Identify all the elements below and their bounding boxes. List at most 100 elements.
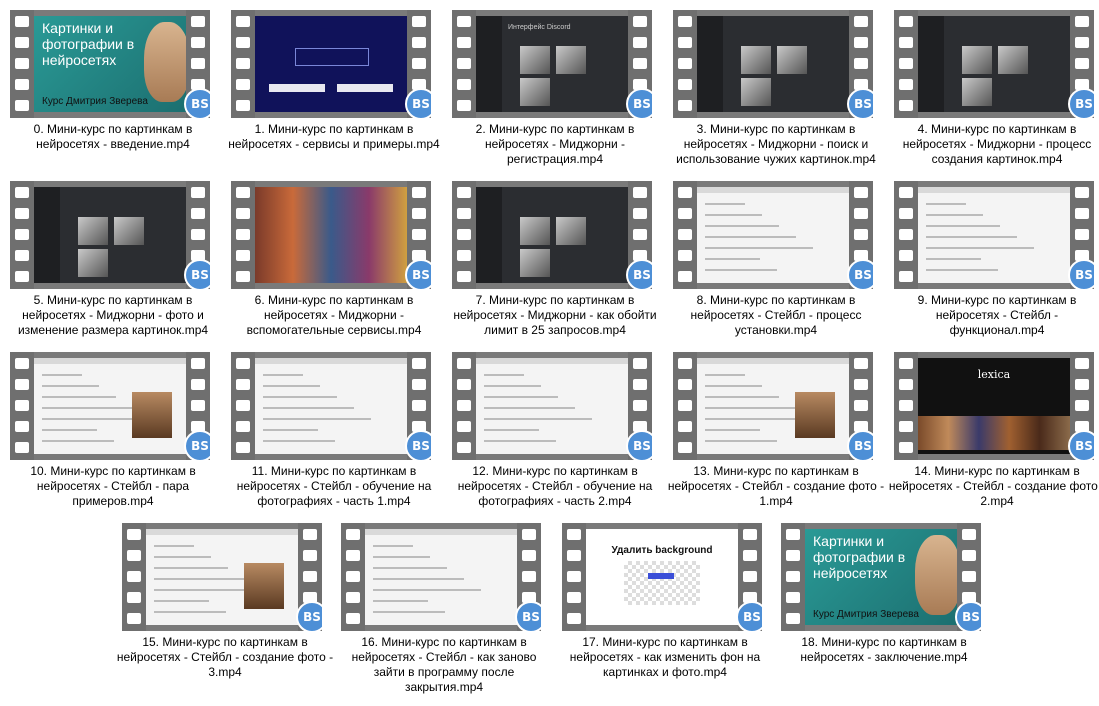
player-icon: BS <box>736 601 762 631</box>
player-icon: BS <box>847 259 873 289</box>
generated-image <box>114 217 144 245</box>
video-file-item[interactable]: BS 8. Мини-курс по картинкам в нейросетях… <box>667 175 885 347</box>
video-thumbnail: Картинки и фотографии в нейросетях Курс Д… <box>10 10 210 118</box>
video-thumbnail: BS <box>231 352 431 460</box>
result-image <box>795 392 835 438</box>
video-frame <box>34 187 186 283</box>
browser-bar <box>365 529 517 535</box>
video-frame <box>476 358 628 454</box>
file-name: 3. Мини-курс по картинкам в нейросетях -… <box>676 122 876 166</box>
video-thumbnail: BS <box>122 523 322 631</box>
video-file-item[interactable]: BS 3. Мини-курс по картинкам в нейросетях… <box>667 4 885 176</box>
generated-image <box>520 217 550 245</box>
video-file-item[interactable]: BS 4. Мини-курс по картинкам в нейросетях… <box>888 4 1099 176</box>
browser-bar <box>697 358 849 364</box>
generated-image <box>741 78 771 106</box>
film-strip <box>781 523 805 631</box>
film-strip <box>562 523 586 631</box>
video-file-item[interactable]: BS 16. Мини-курс по картинкам в нейросетя… <box>335 517 553 694</box>
player-icon: BS <box>955 601 981 631</box>
video-thumbnail: BS <box>894 181 1094 289</box>
video-file-item[interactable]: BS 13. Мини-курс по картинкам в нейросетя… <box>667 346 885 518</box>
video-frame: Интерфейс Discord <box>476 16 628 112</box>
video-file-item[interactable]: BS 7. Мини-курс по картинкам в нейросетях… <box>446 175 664 347</box>
video-frame <box>697 358 849 454</box>
player-icon: BS <box>1068 88 1094 118</box>
video-file-item[interactable]: BS 15. Мини-курс по картинкам в нейросетя… <box>116 517 334 689</box>
player-icon: BS <box>405 259 431 289</box>
film-strip <box>452 352 476 460</box>
film-strip <box>894 181 918 289</box>
player-icon: BS <box>626 430 652 460</box>
generated-image <box>777 46 807 74</box>
file-name: 14. Мини-курс по картинкам в нейросетях … <box>888 464 1099 508</box>
video-file-item[interactable]: Удалить background BS 17. Мини-курс по кар… <box>556 517 774 689</box>
portrait <box>144 22 186 102</box>
film-strip <box>231 10 255 118</box>
file-name: 5. Мини-курс по картинкам в нейросетях -… <box>17 293 209 337</box>
generated-image <box>962 78 992 106</box>
result-image <box>132 392 172 438</box>
film-strip <box>10 10 34 118</box>
video-frame <box>146 529 298 625</box>
video-file-item[interactable]: BS 5. Мини-курс по картинкам в нейросетях… <box>4 175 222 347</box>
file-name: 16. Мини-курс по картинкам в нейросетях … <box>351 635 537 694</box>
video-file-item[interactable]: Картинки и фотографии в нейросетях Курс Д… <box>4 4 222 176</box>
upload-button <box>648 573 674 579</box>
file-name: 10. Мини-курс по картинкам в нейросетях … <box>30 464 196 508</box>
film-strip <box>122 523 146 631</box>
video-frame <box>697 16 849 112</box>
film-strip <box>452 181 476 289</box>
video-frame: Удалить background <box>586 529 738 625</box>
video-frame <box>365 529 517 625</box>
lexica-logo: lexica <box>977 368 1011 381</box>
video-file-item[interactable]: Интерфейс Discord BS 2. Мини-курс по карти… <box>446 4 664 176</box>
logo-box <box>295 48 369 66</box>
file-name: 1. Мини-курс по картинкам в нейросетях -… <box>228 122 440 151</box>
video-thumbnail: BS <box>673 352 873 460</box>
video-thumbnail: BS <box>452 181 652 289</box>
video-thumbnail: Картинки и фотографии в нейросетях Курс Д… <box>781 523 981 631</box>
video-thumbnail: BS <box>452 352 652 460</box>
discord-sidebar <box>34 187 60 283</box>
video-frame <box>697 187 849 283</box>
generated-image <box>78 217 108 245</box>
video-file-item[interactable]: BS 6. Мини-курс по картинкам в нейросетях… <box>225 175 443 347</box>
transparent-checker <box>624 561 700 605</box>
player-icon: BS <box>847 430 873 460</box>
file-name: 13. Мини-курс по картинкам в нейросетях … <box>667 464 885 508</box>
video-frame <box>476 187 628 283</box>
file-name: 4. Мини-курс по картинкам в нейросетях -… <box>902 122 1092 166</box>
video-frame <box>34 358 186 454</box>
video-file-item[interactable]: BS 9. Мини-курс по картинкам в нейросетях… <box>888 175 1099 347</box>
video-file-item[interactable]: Картинки и фотографии в нейросетях Курс Д… <box>775 517 993 689</box>
video-thumbnail: BS <box>673 10 873 118</box>
video-thumbnail: BS <box>894 10 1094 118</box>
file-name: 15. Мини-курс по картинкам в нейросетях … <box>116 635 334 679</box>
browser-bar <box>697 187 849 193</box>
film-strip <box>10 352 34 460</box>
video-file-item[interactable]: lexica BS 14. Мини-курс по картинкам в ней… <box>888 346 1099 518</box>
file-name: 9. Мини-курс по картинкам в нейросетях -… <box>917 293 1077 337</box>
player-icon: BS <box>626 88 652 118</box>
video-frame <box>255 16 407 112</box>
file-name: 17. Мини-курс по картинкам в нейросетях … <box>569 635 761 679</box>
video-thumbnail: Удалить background BS <box>562 523 762 631</box>
film-strip <box>673 352 697 460</box>
film-strip <box>673 181 697 289</box>
video-file-item[interactable]: BS 1. Мини-курс по картинкам в нейросетях… <box>225 4 443 176</box>
generated-image <box>962 46 992 74</box>
player-icon: BS <box>296 601 322 631</box>
video-file-item[interactable]: BS 11. Мини-курс по картинкам в нейросетя… <box>225 346 443 518</box>
player-icon: BS <box>626 259 652 289</box>
player-icon: BS <box>184 88 210 118</box>
player-icon: BS <box>405 430 431 460</box>
browser-bar <box>255 358 407 364</box>
video-thumbnail: BS <box>341 523 541 631</box>
generated-image <box>520 46 550 74</box>
frame-title: Интерфейс Discord <box>508 24 571 31</box>
generated-image <box>520 249 550 277</box>
video-file-item[interactable]: BS 10. Мини-курс по картинкам в нейросетя… <box>4 346 222 518</box>
video-file-item[interactable]: BS 12. Мини-курс по картинкам в нейросетя… <box>446 346 664 518</box>
video-thumbnail: BS <box>10 181 210 289</box>
